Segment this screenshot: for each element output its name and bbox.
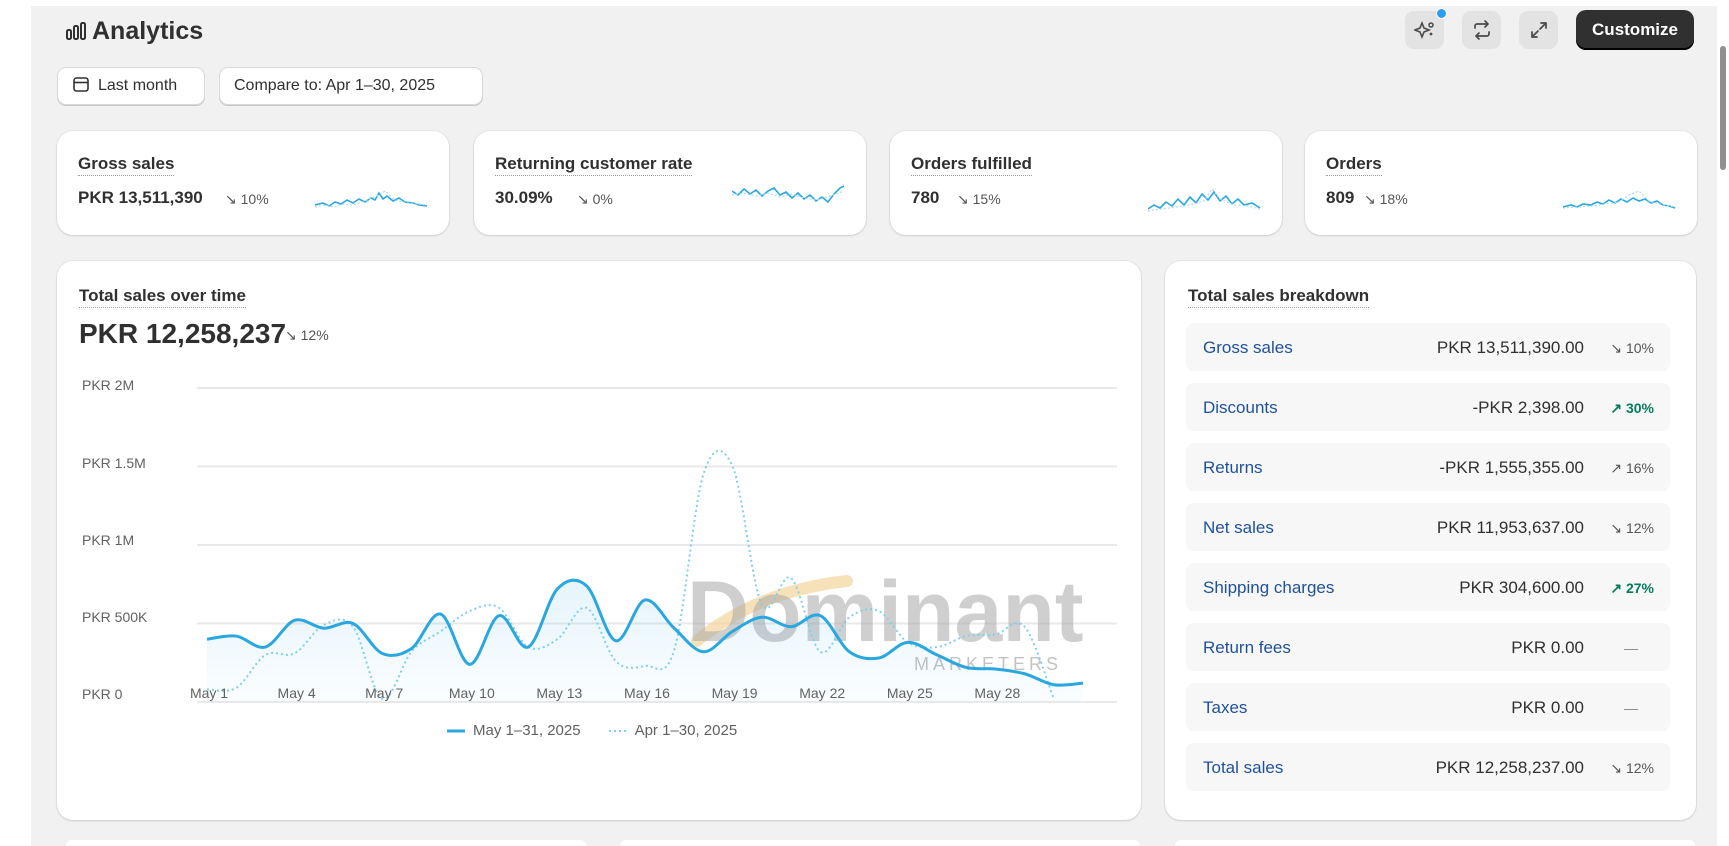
bar-chart-icon — [66, 22, 86, 40]
sparkline — [315, 190, 427, 208]
date-range-button[interactable]: Last month — [57, 67, 205, 105]
x-tick: May 4 — [277, 685, 316, 701]
breakdown-row-value: PKR 0.00 — [1511, 698, 1584, 717]
metric-label: Gross sales — [78, 154, 175, 176]
breakdown-row-value: PKR 0.00 — [1511, 638, 1584, 657]
breakdown-row[interactable]: Net sales PKR 11,953,637.00 ↘ 12% — [1186, 503, 1670, 551]
breakdown-row-value: -PKR 2,398.00 — [1472, 398, 1584, 417]
calendar-icon — [72, 75, 90, 98]
breakdown-row-change: — — [1624, 700, 1638, 716]
metric-card-gross-sales[interactable]: Gross sales PKR 13,511,390 ↘ 10% — [57, 131, 449, 235]
sparkline — [1148, 187, 1260, 212]
breakdown-row[interactable]: Total sales PKR 12,258,237.00 ↘ 12% — [1186, 743, 1670, 791]
breakdown-row-value: -PKR 1,555,355.00 — [1439, 458, 1584, 477]
page-scrollbar[interactable] — [1717, 0, 1729, 846]
legend-label: Apr 1–30, 2025 — [634, 722, 738, 739]
sparkle-ai-icon — [1413, 19, 1436, 41]
sidekick-button[interactable] — [1405, 8, 1448, 49]
x-tick: May 25 — [886, 685, 933, 701]
x-tick: May 10 — [448, 685, 495, 701]
metric-label: Orders — [1326, 154, 1382, 176]
next-card-top — [1175, 840, 1695, 846]
metric-change: ↘ 0% — [577, 191, 613, 207]
x-tick: May 19 — [711, 685, 758, 701]
next-card-top — [620, 840, 1140, 846]
sparkline — [1563, 190, 1675, 209]
breakdown-row-label[interactable]: Total sales — [1203, 758, 1283, 778]
refresh-icon — [1471, 19, 1493, 41]
breakdown-row-change: — — [1624, 640, 1638, 656]
sales-over-time-card: Total sales over time PKR 12,258,237 ↘ 1… — [57, 261, 1141, 820]
breakdown-row-label[interactable]: Taxes — [1203, 698, 1247, 718]
metric-value: PKR 13,511,390 — [78, 188, 203, 207]
x-tick: May 28 — [974, 685, 1021, 701]
metric-change: ↘ 18% — [1364, 191, 1408, 207]
breakdown-row-label[interactable]: Returns — [1203, 458, 1263, 478]
metric-label: Orders fulfilled — [911, 154, 1032, 176]
breakdown-row-value: PKR 12,258,237.00 — [1435, 758, 1584, 777]
metric-label: Returning customer rate — [495, 154, 693, 176]
legend-item-compare[interactable]: Apr 1–30, 2025 — [608, 722, 738, 739]
compare-button[interactable]: Compare to: Apr 1–30, 2025 — [219, 67, 483, 105]
breakdown-row-label[interactable]: Net sales — [1203, 518, 1274, 538]
breakdown-row-change: ↗ 16% — [1610, 460, 1654, 476]
metric-value: 809 — [1326, 188, 1355, 207]
customize-button[interactable]: Customize — [1576, 10, 1694, 50]
page-title: Analytics — [92, 16, 204, 45]
metric-value: 780 — [911, 188, 940, 207]
breakdown-row-value: PKR 304,600.00 — [1459, 578, 1584, 597]
breakdown-row-change: ↘ 12% — [1610, 520, 1654, 536]
breakdown-row-change: ↗ 27% — [1610, 580, 1654, 596]
next-card-top — [66, 840, 586, 846]
notification-dot — [1436, 8, 1448, 19]
breakdown-row[interactable]: Shipping charges PKR 304,600.00 ↗ 27% — [1186, 563, 1670, 611]
breakdown-row[interactable]: Taxes PKR 0.00 — — [1186, 683, 1670, 731]
page-header: Analytics — [66, 14, 203, 48]
breakdown-row-label[interactable]: Shipping charges — [1203, 578, 1334, 598]
breakdown-row[interactable]: Return fees PKR 0.00 — — [1186, 623, 1670, 671]
breakdown-row[interactable]: Discounts -PKR 2,398.00 ↗ 30% — [1186, 383, 1670, 431]
breakdown-row-change: ↘ 10% — [1610, 340, 1654, 356]
metric-change: ↘ 10% — [225, 191, 269, 207]
chart-legend: May 1–31, 2025 Apr 1–30, 2025 — [447, 722, 737, 739]
metric-card-orders-fulfilled[interactable]: Orders fulfilled 780 ↘ 15% — [890, 131, 1282, 235]
x-tick: May 1 — [189, 685, 229, 701]
sales-line-chart: Dominant MARKETERS — [197, 387, 1117, 703]
expand-icon — [1529, 20, 1549, 40]
breakdown-row-label[interactable]: Return fees — [1203, 638, 1291, 658]
breakdown-row-change: ↘ 12% — [1610, 760, 1654, 776]
metric-card-returning-rate[interactable]: Returning customer rate 30.09% ↘ 0% — [474, 131, 866, 235]
header-toolbar: Customize — [1405, 8, 1694, 50]
x-tick: May 13 — [536, 685, 583, 701]
x-tick: May 7 — [365, 685, 404, 701]
breakdown-row[interactable]: Gross sales PKR 13,511,390.00 ↘ 10% — [1186, 323, 1670, 371]
sparkline — [732, 185, 844, 204]
metric-card-orders[interactable]: Orders 809 ↘ 18% — [1305, 131, 1697, 235]
sales-breakdown-card: Total sales breakdown Gross sales PKR 13,… — [1165, 261, 1696, 820]
breakdown-row-label[interactable]: Discounts — [1203, 398, 1278, 418]
breakdown-row-value: PKR 13,511,390.00 — [1436, 338, 1584, 357]
breakdown-row-label[interactable]: Gross sales — [1203, 338, 1293, 358]
metric-change: ↘ 15% — [957, 191, 1001, 207]
breakdown-row-value: PKR 11,953,637.00 — [1436, 518, 1584, 537]
legend-item-current[interactable]: May 1–31, 2025 — [447, 722, 581, 739]
fullscreen-button[interactable] — [1519, 11, 1559, 49]
x-tick: May 16 — [624, 685, 670, 701]
legend-label: May 1–31, 2025 — [473, 722, 581, 739]
scrollbar-thumb[interactable] — [1720, 46, 1726, 170]
refresh-button[interactable] — [1462, 11, 1502, 49]
compare-label: Compare to: Apr 1–30, 2025 — [234, 77, 436, 94]
breakdown-row[interactable]: Returns -PKR 1,555,355.00 ↗ 16% — [1186, 443, 1670, 491]
date-range-label: Last month — [98, 77, 178, 94]
breakdown-title: Total sales breakdown — [1188, 286, 1370, 308]
x-tick: May 22 — [799, 685, 846, 701]
breakdown-row-change: ↗ 30% — [1610, 400, 1654, 416]
metric-value: 30.09% — [495, 188, 553, 207]
